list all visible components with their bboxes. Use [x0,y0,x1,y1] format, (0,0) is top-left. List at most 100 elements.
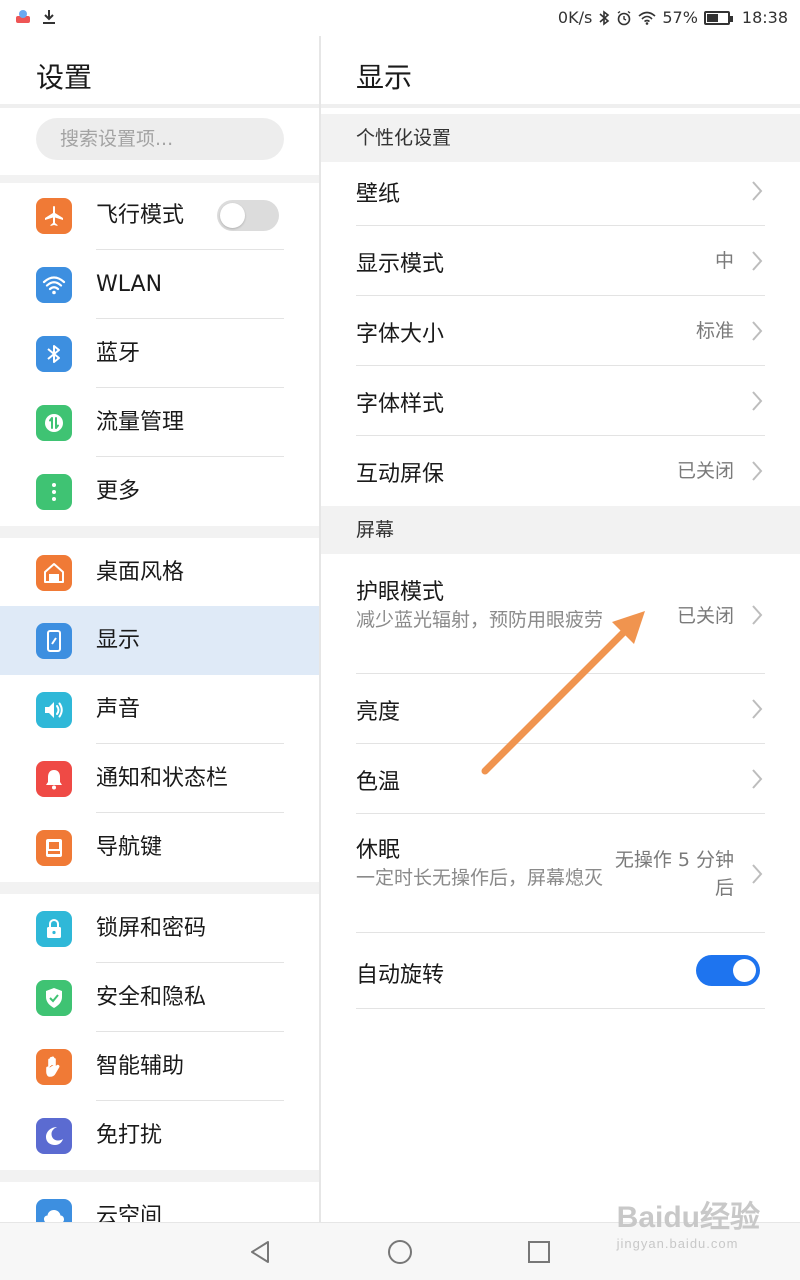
home-button-icon[interactable] [385,1237,415,1267]
row-font-style[interactable]: 字体样式 [321,366,800,436]
sidebar-item-smart-assist[interactable]: 智能辅助 [0,1032,319,1101]
sidebar-item-home-style[interactable]: 桌面风格 [0,538,319,607]
sidebar-item-display[interactable]: 显示 [0,606,319,675]
hand-icon [36,1049,72,1085]
back-icon[interactable] [246,1237,276,1267]
moon-icon [36,1118,72,1154]
watermark-url: jingyan.baidu.com [616,1236,739,1251]
battery-icon [703,10,733,25]
bluetooth-icon [599,9,610,26]
row-value: 无操作 5 分钟后 [614,849,734,899]
row-value: 中 [714,250,734,272]
row-value: 已关闭 [676,605,734,627]
row-color-temperature[interactable]: 色温 [321,744,800,814]
sidebar-item-label: 导航键 [96,835,163,860]
alarm-icon [617,10,631,25]
chevron-right-icon [752,461,763,481]
data-usage-icon [36,405,72,441]
toggle-knob [220,203,245,228]
row-display-mode[interactable]: 显示模式 中 [321,226,800,296]
watermark-logo: Baidu经验 [616,1201,760,1234]
row-label: 自动旋转 [356,963,445,988]
sidebar-item-label: 显示 [96,628,141,653]
chevron-right-icon [752,251,763,271]
navigation-key-icon [36,830,72,866]
download-icon [43,10,55,24]
sidebar-item-bluetooth[interactable]: 蓝牙 [0,319,319,388]
toggle-knob [733,959,756,982]
sidebar-item-label: 声音 [96,697,141,722]
sidebar-item-label: 免打扰 [96,1123,163,1148]
sidebar-item-label: 智能辅助 [96,1054,185,1079]
watermark: Baidu经验 jingyan.baidu.com [617,1192,760,1251]
row-description: 一定时长无操作后，屏幕熄灭 [356,867,604,889]
cloud-icon [36,1199,72,1222]
row-label: 亮度 [356,700,401,725]
sidebar-item-label: 蓝牙 [96,341,141,366]
lock-icon [36,911,72,947]
app-icon [16,10,30,23]
chevron-right-icon [752,769,763,789]
search-input[interactable]: 搜索设置项... [36,118,284,160]
row-auto-rotate[interactable]: 自动旋转 [321,933,800,1009]
row-sleep[interactable]: 休眠 一定时长无操作后，屏幕熄灭 无操作 5 分钟后 [321,814,800,933]
sidebar-item-more[interactable]: 更多 [0,457,319,526]
row-screensaver[interactable]: 互动屏保 已关闭 [321,436,800,506]
display-icon [36,623,72,659]
sidebar-item-security[interactable]: 安全和隐私 [0,963,319,1032]
airplane-icon [36,198,72,234]
divider [0,526,319,538]
sidebar-item-sound[interactable]: 声音 [0,675,319,744]
battery-percent: 57% [662,8,698,27]
row-eye-comfort[interactable]: 护眼模式 减少蓝光辐射，预防用眼疲劳 已关闭 [321,554,800,674]
sidebar-title: 设置 [36,61,93,94]
row-label: 互动屏保 [356,462,445,487]
divider [0,882,319,894]
section-title: 个性化设置 [356,127,452,149]
sidebar-item-label: 更多 [96,479,141,504]
chevron-right-icon [752,605,763,625]
page-title: 显示 [356,61,413,94]
row-wallpaper[interactable]: 壁纸 [321,156,800,226]
sidebar-item-navigation-keys[interactable]: 导航键 [0,813,319,882]
row-value: 已关闭 [676,460,734,482]
row-label: 壁纸 [356,182,401,207]
sidebar-item-lock-screen[interactable]: 锁屏和密码 [0,894,319,963]
shield-icon [36,980,72,1016]
sidebar-item-label: 云空间 [96,1204,163,1222]
divider [356,1008,765,1009]
sound-icon [36,692,72,728]
wifi-icon [36,267,72,303]
more-icon [36,474,72,510]
row-font-size[interactable]: 字体大小 标准 [321,296,800,366]
clock: 18:38 [741,8,788,27]
sidebar-item-notifications[interactable]: 通知和状态栏 [0,744,319,813]
row-brightness[interactable]: 亮度 [321,674,800,744]
airplane-mode-toggle[interactable] [217,200,279,231]
chevron-right-icon [752,391,763,411]
row-description: 减少蓝光辐射，预防用眼疲劳 [356,609,604,631]
recents-icon[interactable] [524,1237,554,1267]
sidebar-item-cloud[interactable]: 云空间 [0,1182,319,1222]
divider [321,104,800,108]
row-label: 护眼模式 [356,580,445,605]
row-label: 休眠 [356,838,401,863]
sidebar-item-data-usage[interactable]: 流量管理 [0,388,319,457]
row-label: 显示模式 [356,252,445,277]
divider [0,104,319,108]
row-label: 字体样式 [356,392,445,417]
sidebar-item-airplane-mode[interactable]: 飞行模式 [0,181,319,250]
bell-icon [36,761,72,797]
chevron-right-icon [752,321,763,341]
row-label: 字体大小 [356,322,445,347]
row-value: 标准 [695,320,734,342]
sidebar-item-do-not-disturb[interactable]: 免打扰 [0,1101,319,1170]
sidebar-item-wlan[interactable]: WLAN [0,250,319,319]
chevron-right-icon [752,181,763,201]
sidebar-item-label: WLAN [96,272,163,297]
sidebar-item-label: 桌面风格 [96,560,185,585]
auto-rotate-toggle[interactable] [696,955,760,986]
sidebar-item-label: 流量管理 [96,410,185,435]
sidebar-item-label: 飞行模式 [96,203,185,228]
sidebar-item-label: 锁屏和密码 [96,916,207,941]
